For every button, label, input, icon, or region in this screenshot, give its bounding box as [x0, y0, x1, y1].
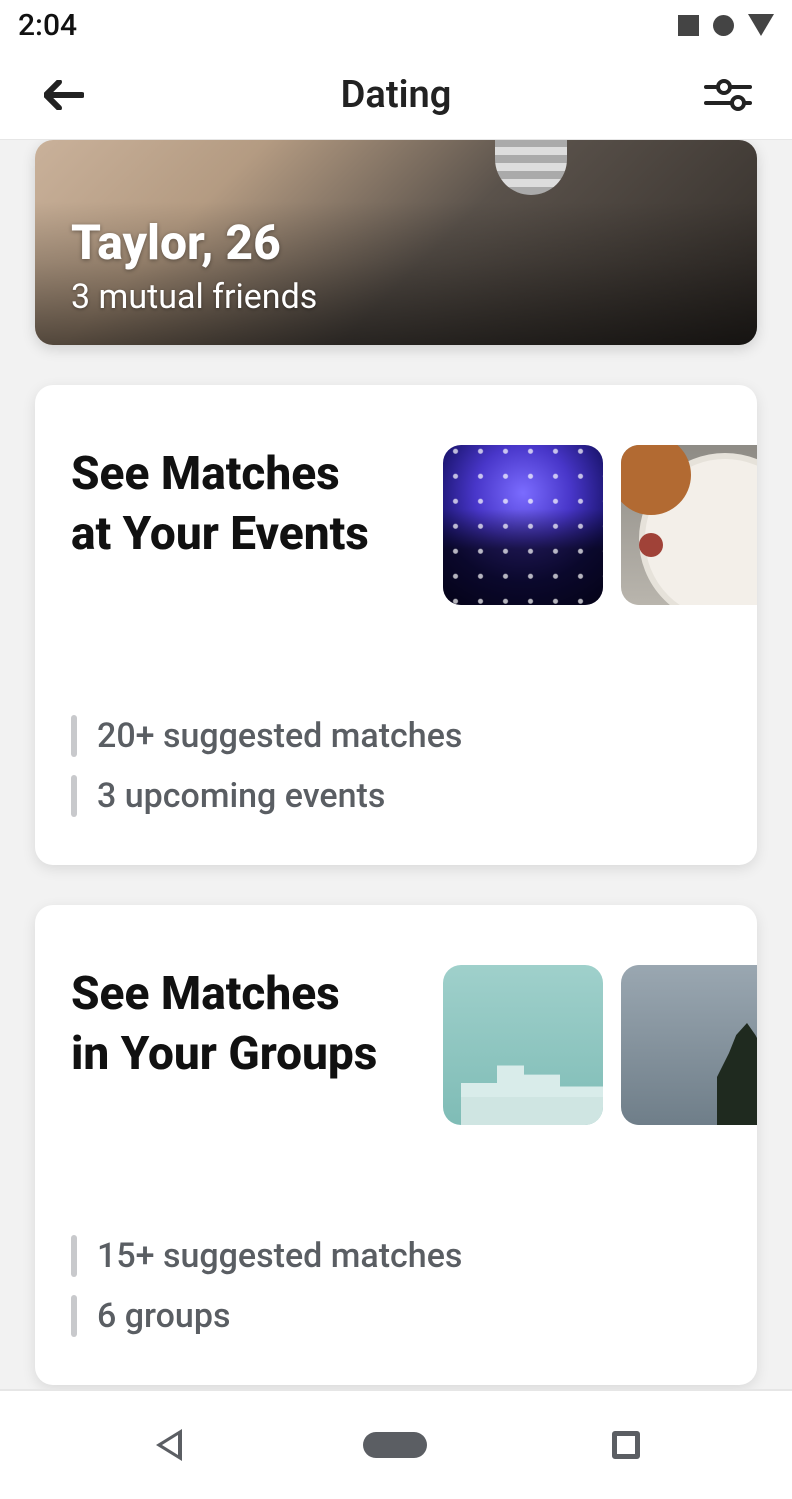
profile-text: Taylor, 26 3 mutual friends [71, 214, 317, 317]
stat-divider-icon [71, 1235, 77, 1277]
groups-card-title: See Matches in Your Groups [71, 965, 377, 1085]
groups-count: 6 groups [97, 1296, 230, 1336]
status-icons [678, 14, 774, 36]
nav-home-button[interactable] [363, 1432, 427, 1458]
groups-title-line1: See Matches [71, 967, 340, 1021]
groups-card[interactable]: See Matches in Your Groups 15+ suggested… [35, 905, 757, 1385]
groups-suggested-matches: 15+ suggested matches [97, 1236, 462, 1276]
events-title-line2: at Your Events [71, 507, 369, 561]
events-stat-matches: 20+ suggested matches [71, 715, 721, 757]
profile-card[interactable]: Taylor, 26 3 mutual friends [35, 140, 757, 345]
groups-stat-matches: 15+ suggested matches [71, 1235, 721, 1277]
stat-divider-icon [71, 1295, 77, 1337]
status-time: 2:04 [18, 8, 77, 43]
events-card[interactable]: See Matches at Your Events 20+ suggested… [35, 385, 757, 865]
profile-name-age: Taylor, 26 [71, 214, 317, 271]
events-card-title: See Matches at Your Events [71, 445, 369, 565]
app-header: Dating [0, 50, 792, 140]
page-title: Dating [341, 73, 452, 117]
group-thumbnail-1[interactable] [443, 965, 603, 1125]
arrow-left-icon [44, 80, 84, 110]
events-title-line1: See Matches [71, 447, 340, 501]
event-thumbnail-1[interactable] [443, 445, 603, 605]
status-triangle-icon [748, 14, 774, 36]
group-thumbnail-2[interactable] [621, 965, 757, 1125]
settings-button[interactable] [704, 71, 752, 119]
groups-title-line2: in Your Groups [71, 1027, 377, 1081]
status-bar: 2:04 [0, 0, 792, 50]
events-upcoming-count: 3 upcoming events [97, 776, 385, 816]
events-suggested-matches: 20+ suggested matches [97, 716, 462, 756]
groups-stat-count: 6 groups [71, 1295, 721, 1337]
status-circle-icon [713, 15, 734, 36]
stat-divider-icon [71, 715, 77, 757]
back-button[interactable] [40, 71, 88, 119]
system-nav-bar [0, 1389, 792, 1499]
event-thumbnail-2[interactable] [621, 445, 757, 605]
groups-thumbnails [443, 965, 757, 1125]
events-thumbnails [443, 445, 757, 605]
content-scroll[interactable]: Taylor, 26 3 mutual friends See Matches … [0, 140, 792, 1389]
nav-back-button[interactable] [152, 1429, 178, 1461]
events-stat-count: 3 upcoming events [71, 775, 721, 817]
nav-recent-button[interactable] [612, 1431, 640, 1459]
sliders-icon [704, 77, 752, 113]
status-square-icon [678, 15, 699, 36]
profile-mutual-friends: 3 mutual friends [71, 277, 317, 317]
stat-divider-icon [71, 775, 77, 817]
